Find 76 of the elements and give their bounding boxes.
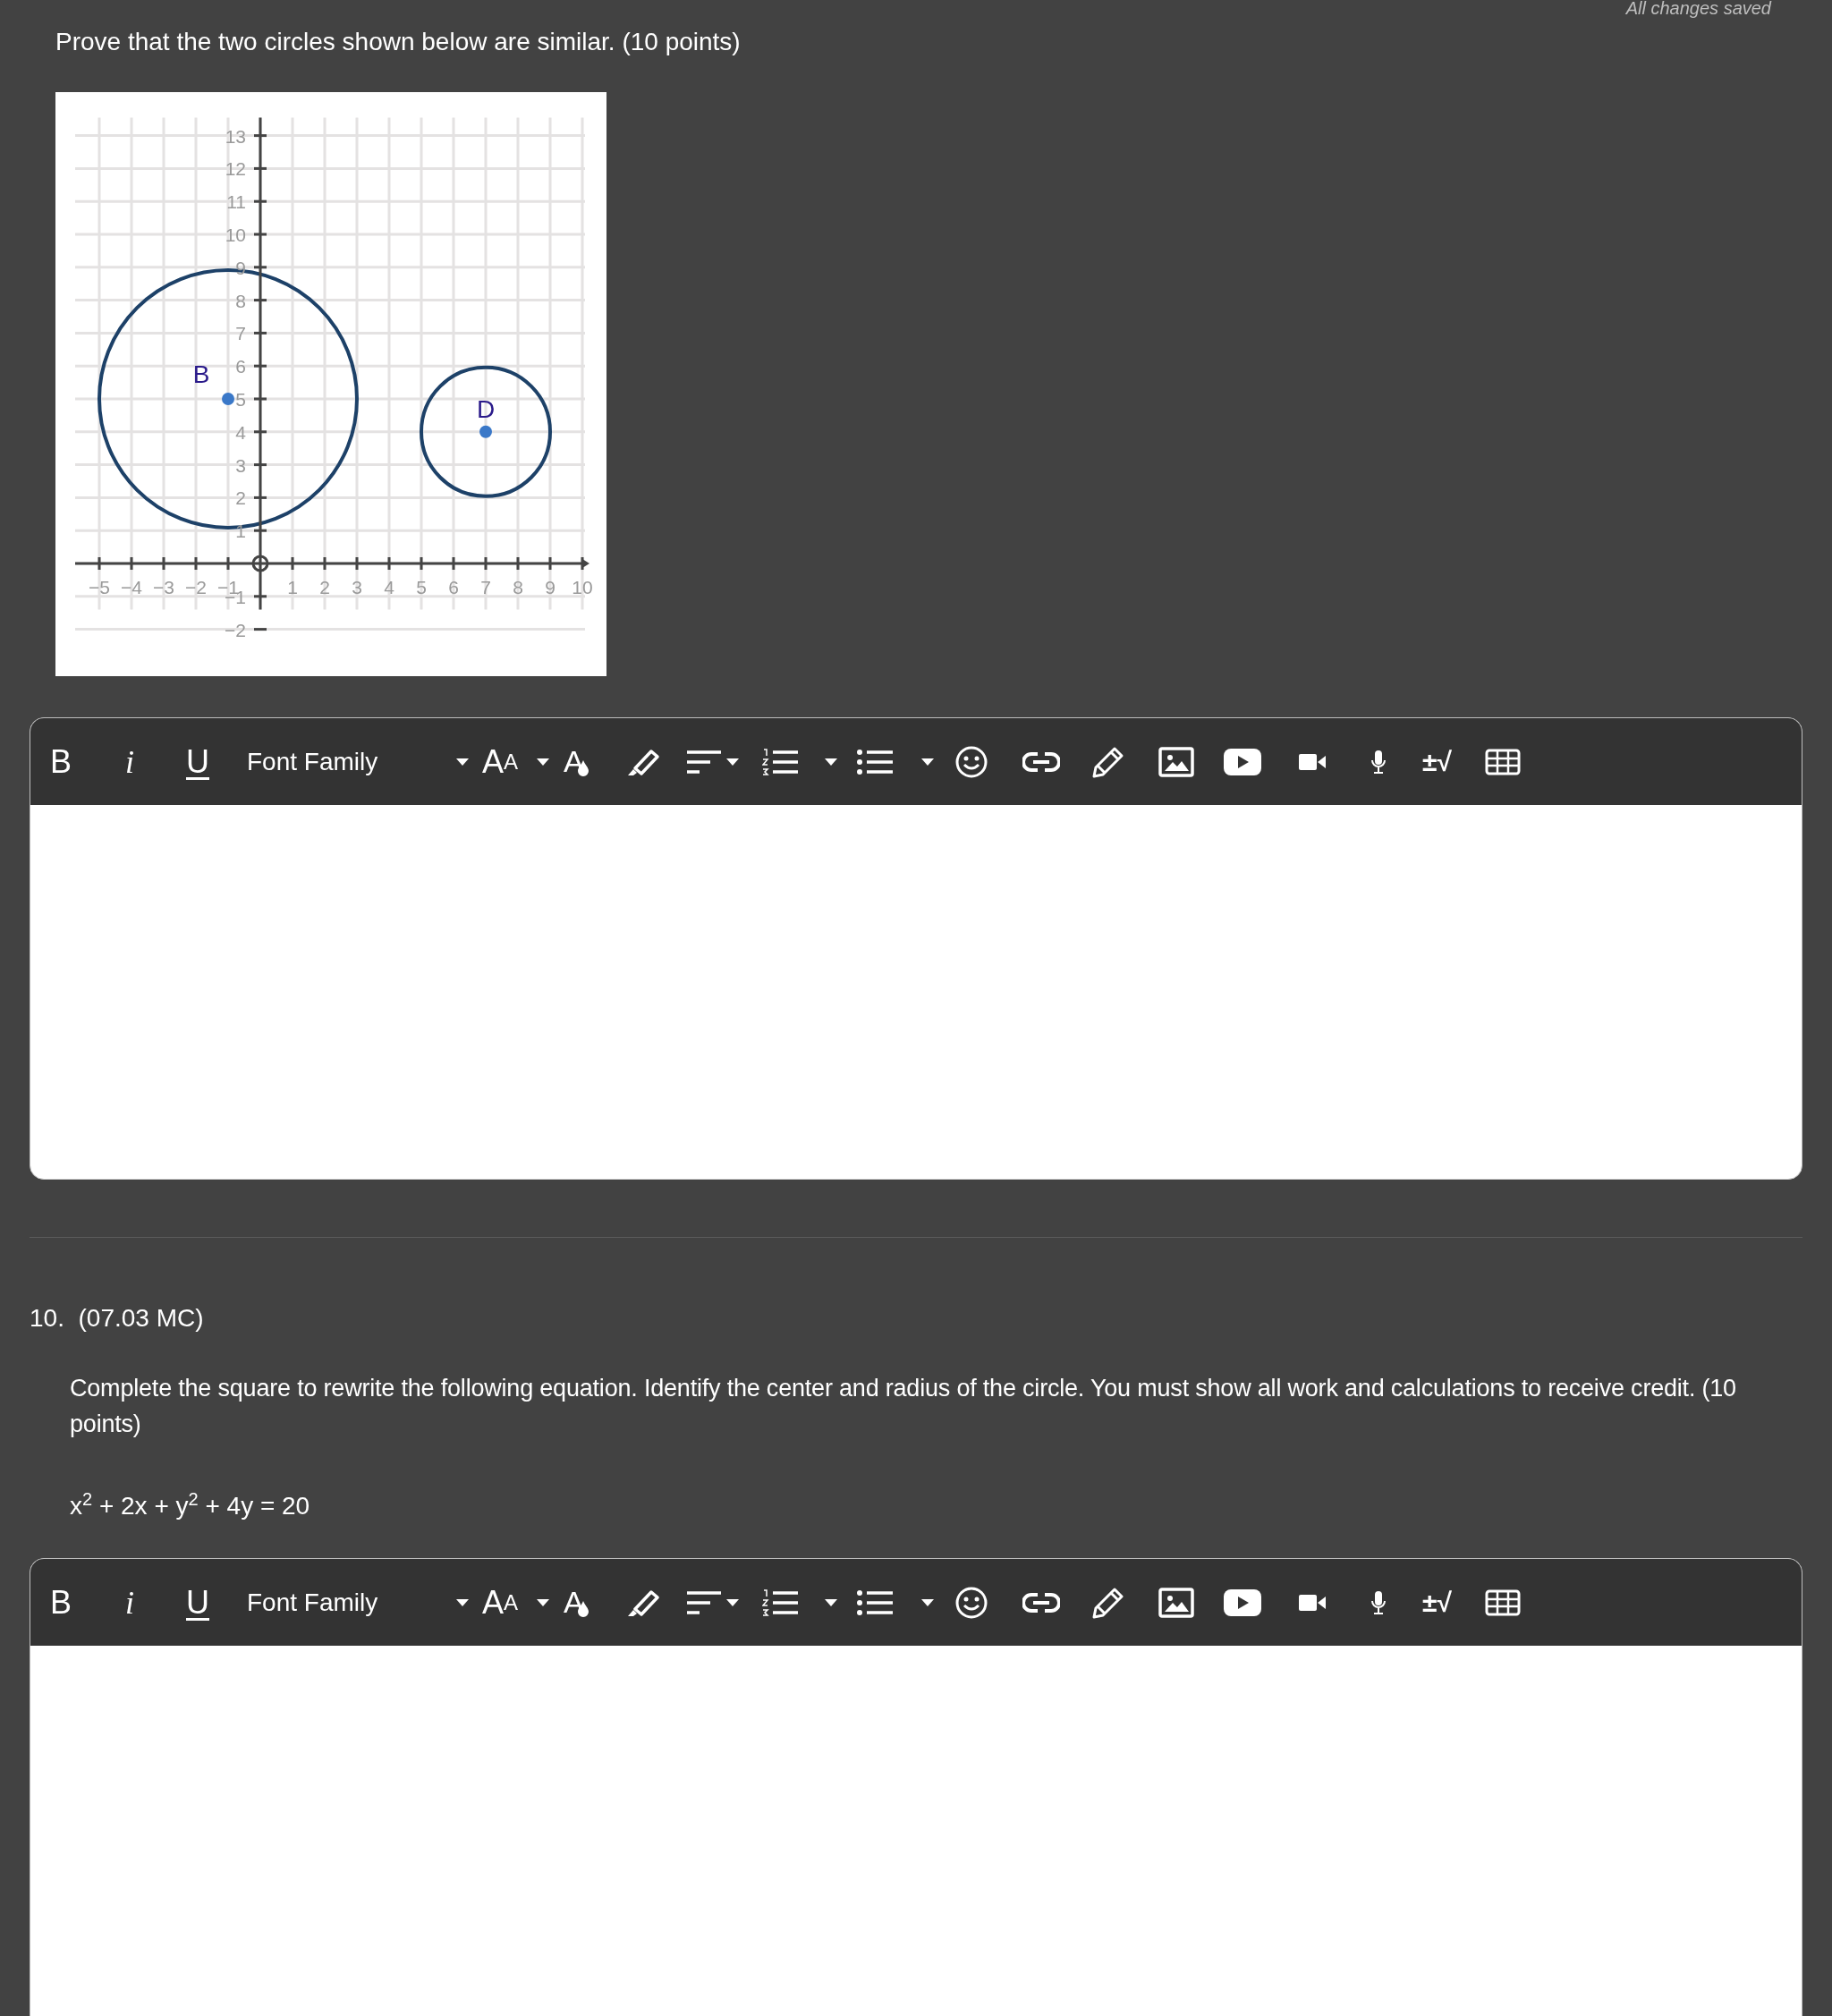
tick-label: 8 <box>235 290 246 311</box>
link-icon[interactable] <box>1022 1591 1060 1614</box>
video-camera-icon[interactable] <box>1299 752 1326 771</box>
font-family-dropdown[interactable]: Font Family <box>247 747 378 776</box>
tick-label: −2 <box>225 619 246 640</box>
caret-icon[interactable] <box>537 1598 549 1606</box>
tick-label: 6 <box>235 356 246 377</box>
tick-label: 3 <box>352 577 362 597</box>
math-button[interactable]: ±√ <box>1422 1587 1452 1618</box>
tick-label: −5 <box>89 577 110 597</box>
caret-icon[interactable] <box>456 1598 469 1606</box>
table-icon[interactable] <box>1485 748 1521 775</box>
tick-label: 7 <box>480 577 491 597</box>
caret-icon[interactable] <box>825 1598 837 1606</box>
question-text: Complete the square to rewrite the following equation. Identify the center and radius of the circle. You must show all work and calculations to receive credit. (10 points) <box>70 1374 1737 1439</box>
tick-label: 13 <box>225 125 246 147</box>
tick-label: 3 <box>235 454 246 476</box>
caret-icon[interactable] <box>825 758 837 766</box>
microphone-icon[interactable] <box>1370 749 1387 775</box>
italic-button[interactable]: i <box>125 1583 134 1622</box>
tick-label: 2 <box>235 487 246 509</box>
point-label: B <box>192 360 210 388</box>
math-button[interactable]: ±√ <box>1422 746 1452 777</box>
tick-label: 12 <box>225 158 246 180</box>
point-label: D <box>476 394 496 423</box>
origin-marker <box>251 555 269 572</box>
underline-button[interactable]: U <box>186 742 209 781</box>
tick-label: −2 <box>185 577 207 597</box>
smiley-icon[interactable] <box>955 745 988 778</box>
play-button-icon[interactable] <box>1224 748 1261 775</box>
bullet-list-icon[interactable] <box>857 748 893 775</box>
play-button-icon[interactable] <box>1224 1588 1261 1616</box>
question-text: Prove that the two circles shown below are similar. (10 points) <box>55 27 742 57</box>
numbered-list-icon[interactable] <box>762 748 798 775</box>
underline-button[interactable]: U <box>186 1583 209 1622</box>
bullet-list-icon[interactable] <box>857 1588 893 1616</box>
microphone-icon[interactable] <box>1370 1589 1387 1615</box>
font-size-button[interactable]: AA <box>482 742 519 781</box>
tick-label: 6 <box>448 577 459 597</box>
tick-label: −3 <box>153 577 174 597</box>
italic-button[interactable]: i <box>125 742 134 781</box>
smiley-icon[interactable] <box>955 1586 988 1619</box>
save-status: All changes saved <box>1625 0 1771 18</box>
tick-label: 7 <box>235 323 246 344</box>
link-icon[interactable] <box>1022 750 1060 773</box>
caret-icon[interactable] <box>921 1598 934 1606</box>
tick-label: 5 <box>235 389 246 410</box>
align-icon[interactable] <box>687 749 721 775</box>
tick-label: 10 <box>572 577 593 597</box>
tick-label: 8 <box>513 577 523 597</box>
equation: x$^{2}$ + 2x + y$^{2}$ + 4y = 20 <box>70 1488 311 1522</box>
caret-icon[interactable] <box>456 758 469 766</box>
caret-icon[interactable] <box>537 758 549 766</box>
tick-label: 2 <box>319 577 330 597</box>
tick-label: 9 <box>545 577 556 597</box>
caret-icon[interactable] <box>921 758 934 766</box>
bold-button[interactable]: B <box>50 742 72 781</box>
font-size-button[interactable]: AA <box>482 1583 519 1622</box>
image-icon[interactable] <box>1158 1587 1194 1618</box>
table-icon[interactable] <box>1485 1588 1521 1616</box>
image-icon[interactable] <box>1158 746 1194 777</box>
tick-label: 4 <box>235 421 246 443</box>
tick-label: 1 <box>287 577 298 597</box>
caret-icon[interactable] <box>726 1598 739 1606</box>
numbered-list-icon[interactable] <box>762 1588 798 1616</box>
font-family-dropdown[interactable]: Font Family <box>247 1588 378 1617</box>
tick-label: 11 <box>226 191 246 213</box>
tick-label: 10 <box>225 224 246 245</box>
tick-label: −4 <box>121 577 142 597</box>
tick-label: 4 <box>384 577 394 597</box>
question-heading: 10. (07.03 MC) <box>30 1303 205 1334</box>
bold-button[interactable]: B <box>50 1583 72 1622</box>
video-camera-icon[interactable] <box>1299 1593 1326 1612</box>
tick-label: 5 <box>416 577 427 597</box>
align-icon[interactable] <box>687 1589 721 1615</box>
caret-icon[interactable] <box>726 758 739 766</box>
